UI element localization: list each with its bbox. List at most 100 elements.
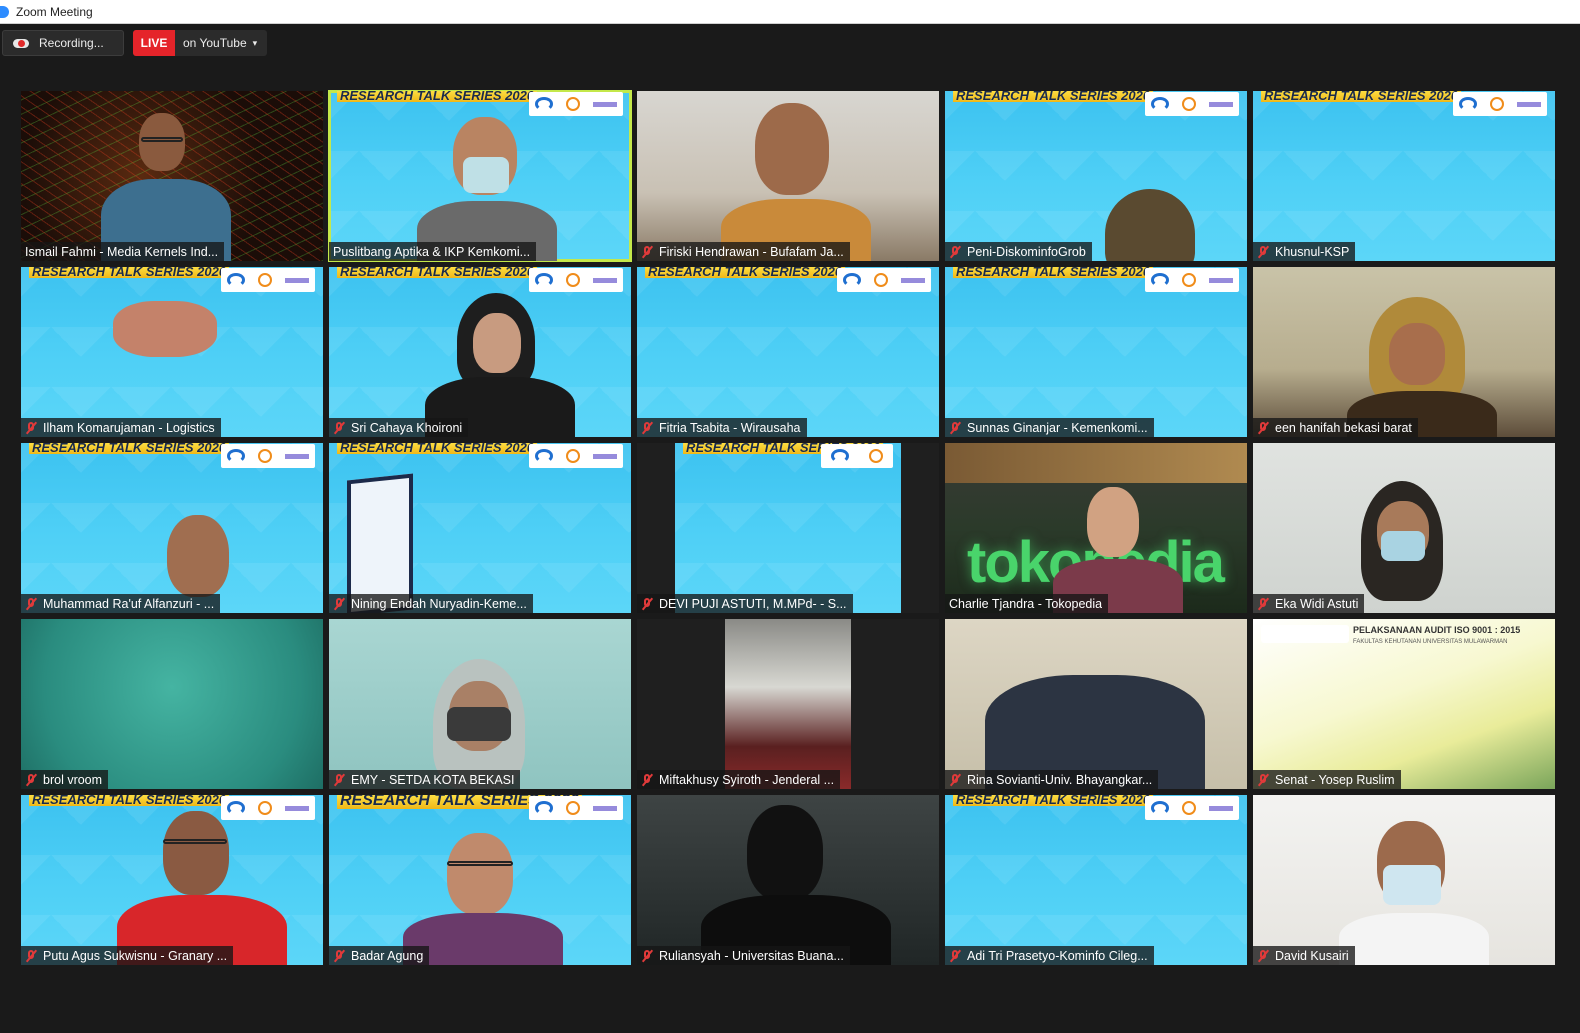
participant-name-tag: een hanifah bekasi barat xyxy=(1253,418,1418,437)
participant-tile[interactable]: Rina Sovianti-Univ. Bhayangkar... xyxy=(945,619,1247,789)
mic-muted-icon xyxy=(333,597,346,611)
participant-name-tag: Ismail Fahmi - Media Kernels Ind... xyxy=(21,242,225,261)
participant-tile[interactable]: RESEARCH TALK SERIES 2020 Sri Cahaya Kho… xyxy=(329,267,631,437)
participant-name: Senat - Yosep Ruslim xyxy=(1275,772,1395,787)
participant-name-tag: Khusnul-KSP xyxy=(1253,242,1356,261)
audit-slide-subtitle: FAKULTAS KEHUTANAN UNIVERSITAS MULAWARMA… xyxy=(1353,639,1508,645)
participant-tile[interactable]: RESEARCH TALK SERIES 2020 Adi Tri Praset… xyxy=(945,795,1247,965)
recording-label: Recording... xyxy=(39,36,104,50)
participant-video xyxy=(725,619,851,789)
participant-name: brol vroom xyxy=(43,772,103,787)
participant-name-tag: Sunnas Ginanjar - Kemenkomi... xyxy=(945,418,1154,437)
slide-title: RESEARCH TALK SERIES 2020 xyxy=(953,91,1154,102)
participant-tile[interactable]: Ruliansyah - Universitas Buana... xyxy=(637,795,939,965)
participant-name-tag: Miftakhusy Syiroth - Jenderal ... xyxy=(637,770,841,789)
mic-muted-icon xyxy=(25,773,38,787)
mic-muted-icon xyxy=(25,597,38,611)
participant-tile-active-speaker[interactable]: RESEARCH TALK SERIES 2020 Puslitbang Apt… xyxy=(328,90,632,262)
meeting-status-bar: Recording... LIVE on YouTube ▾ xyxy=(0,30,1580,57)
participant-tile[interactable]: RESEARCH TALK SERIES 2020 Badar Agung xyxy=(329,795,631,965)
zoom-app-icon xyxy=(0,5,9,18)
participant-name-tag: Adi Tri Prasetyo-Kominfo Cileg... xyxy=(945,946,1154,965)
kominfo-rts-logo xyxy=(529,92,623,116)
mic-muted-icon xyxy=(641,773,654,787)
participant-tile[interactable]: PELAKSANAAN AUDIT ISO 9001 : 2015 FAKULT… xyxy=(1253,619,1555,789)
participant-name: Eka Widi Astuti xyxy=(1275,596,1359,611)
participant-tile[interactable]: Eka Widi Astuti xyxy=(1253,443,1555,613)
university-logos xyxy=(1261,625,1349,643)
participant-tile[interactable]: RESEARCH TALK SERIES 2020 Nining Endah N… xyxy=(329,443,631,613)
participant-name-tag: David Kusairi xyxy=(1253,946,1355,965)
kominfo-rts-logo xyxy=(529,796,623,820)
participant-name-tag: EMY - SETDA KOTA BEKASI xyxy=(329,770,521,789)
window-title: Zoom Meeting xyxy=(16,4,93,19)
kominfo-rts-logo xyxy=(1145,268,1239,292)
participant-name: Peni-DiskominfoGrob xyxy=(967,244,1086,259)
participant-name: EMY - SETDA KOTA BEKASI xyxy=(351,772,515,787)
participant-tile[interactable]: Firiski Hendrawan - Bufafam Ja... xyxy=(637,91,939,261)
participant-name: Rina Sovianti-Univ. Bhayangkar... xyxy=(967,772,1153,787)
participant-name-tag: Rina Sovianti-Univ. Bhayangkar... xyxy=(945,770,1159,789)
kominfo-rts-logo xyxy=(529,444,623,468)
recording-indicator[interactable]: Recording... xyxy=(2,30,124,56)
participant-tile[interactable]: RESEARCH TALK SERIES 2020 Peni-Diskominf… xyxy=(945,91,1247,261)
slide-title: RESEARCH TALK SERIES 2020 xyxy=(337,267,538,278)
participant-name: Puslitbang Aptika & IKP Kemkomi... xyxy=(333,244,531,259)
participant-name-tag: Eka Widi Astuti xyxy=(1253,594,1365,613)
participant-tile[interactable]: RESEARCH TALK SERIES 2020 Ilham Komaruja… xyxy=(21,267,323,437)
mic-muted-icon xyxy=(949,421,962,435)
live-badge: LIVE xyxy=(133,30,175,56)
slide-title: RESEARCH TALK SERIES 2020 xyxy=(953,267,1154,278)
participant-tile[interactable]: RESEARCH TALK SERIES 2020 Sunnas Ginanja… xyxy=(945,267,1247,437)
participant-tile[interactable]: RESEARCH TALK SERIES 2020 Muhammad Ra'uf… xyxy=(21,443,323,613)
participant-name-tag: Firiski Hendrawan - Bufafam Ja... xyxy=(637,242,850,261)
participant-tile[interactable]: David Kusairi xyxy=(1253,795,1555,965)
participant-name: Putu Agus Sukwisnu - Granary ... xyxy=(43,948,228,963)
mic-muted-icon xyxy=(1257,773,1270,787)
participant-name: David Kusairi xyxy=(1275,948,1349,963)
participant-name: Adi Tri Prasetyo-Kominfo Cileg... xyxy=(967,948,1148,963)
participant-name-tag: Muhammad Ra'uf Alfanzuri - ... xyxy=(21,594,221,613)
mic-muted-icon xyxy=(949,245,962,259)
participant-tile[interactable]: tokopedia Charlie Tjandra - Tokopedia xyxy=(945,443,1247,613)
livestream-menu-button[interactable]: LIVE on YouTube ▾ xyxy=(133,30,267,56)
participant-name: een hanifah bekasi barat xyxy=(1275,420,1412,435)
participant-tile[interactable]: Ismail Fahmi - Media Kernels Ind... xyxy=(21,91,323,261)
kominfo-rts-logo xyxy=(221,268,315,292)
participant-tile[interactable]: brol vroom xyxy=(21,619,323,789)
participant-tile[interactable]: een hanifah bekasi barat xyxy=(1253,267,1555,437)
chevron-down-icon: ▾ xyxy=(252,37,258,48)
shared-slide-video: RESEARCH TALK SERIES 2020 xyxy=(675,443,901,613)
participant-tile[interactable]: RESEARCH TALK SERIES 2020 DEVI PUJI ASTU… xyxy=(637,443,939,613)
participant-name: Muhammad Ra'uf Alfanzuri - ... xyxy=(43,596,215,611)
participant-tile[interactable]: RESEARCH TALK SERIES 2020 Khusnul-KSP xyxy=(1253,91,1555,261)
participant-name-tag: Ruliansyah - Universitas Buana... xyxy=(637,946,850,965)
audit-slide-title: PELAKSANAAN AUDIT ISO 9001 : 2015 xyxy=(1353,625,1521,635)
mic-muted-icon xyxy=(333,421,346,435)
participant-name-tag: Senat - Yosep Ruslim xyxy=(1253,770,1401,789)
slide-title: RESEARCH TALK SERIES 2020 xyxy=(1261,91,1462,102)
mic-muted-icon xyxy=(333,949,346,963)
participant-tile[interactable]: RESEARCH TALK SERIES 2020 Fitria Tsabita… xyxy=(637,267,939,437)
participant-name-tag: Badar Agung xyxy=(329,946,430,965)
participant-name: Ruliansyah - Universitas Buana... xyxy=(659,948,844,963)
live-target-label: on YouTube xyxy=(183,36,247,50)
participant-tile[interactable]: RESEARCH TALK SERIES 2020 Putu Agus Sukw… xyxy=(21,795,323,965)
mic-muted-icon xyxy=(1257,245,1270,259)
participant-tile[interactable]: Miftakhusy Syiroth - Jenderal ... xyxy=(637,619,939,789)
slide-title: RESEARCH TALK SERIES 2020 xyxy=(337,91,538,102)
participant-name-tag: Ilham Komarujaman - Logistics xyxy=(21,418,221,437)
kominfo-rts-logo xyxy=(1145,796,1239,820)
participant-name-tag: Puslitbang Aptika & IKP Kemkomi... xyxy=(329,242,537,261)
participant-name-tag: brol vroom xyxy=(21,770,109,789)
participant-name: Charlie Tjandra - Tokopedia xyxy=(949,596,1103,611)
mic-muted-icon xyxy=(641,421,654,435)
mic-muted-icon xyxy=(1257,949,1270,963)
gallery-view: Ismail Fahmi - Media Kernels Ind... RESE… xyxy=(21,90,1555,965)
slide-title: RESEARCH TALK SERIES 2020 xyxy=(953,795,1154,806)
mic-muted-icon xyxy=(949,773,962,787)
kominfo-rts-logo xyxy=(837,268,931,292)
mic-muted-icon xyxy=(333,773,346,787)
participant-tile[interactable]: EMY - SETDA KOTA BEKASI xyxy=(329,619,631,789)
mic-muted-icon xyxy=(641,245,654,259)
